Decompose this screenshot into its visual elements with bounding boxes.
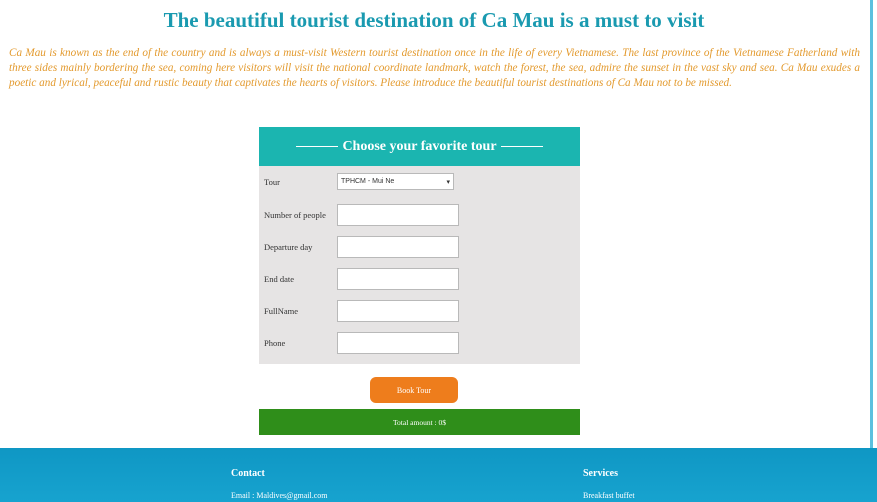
- footer-contact-title: Contact: [231, 468, 265, 479]
- header-rule-left: [296, 146, 339, 147]
- footer-services-title: Services: [583, 468, 618, 479]
- end-date-label: End date: [264, 274, 294, 284]
- total-amount-bar: Total amount : 0$: [259, 409, 580, 435]
- chevron-down-icon: ▾: [446, 178, 450, 186]
- tour-label: Tour: [264, 176, 280, 187]
- page-title: The beautiful tourist destination of Ca …: [163, 8, 705, 32]
- tour-select-value: TPHCM - Mui Ne: [341, 178, 395, 185]
- end-date-row: End date: [264, 268, 459, 290]
- departure-input[interactable]: [337, 236, 459, 258]
- footer-services-item[interactable]: Breakfast buffet: [583, 491, 635, 500]
- tour-select[interactable]: TPHCM - Mui Ne ▾: [337, 173, 454, 190]
- phone-label: Phone: [264, 338, 286, 348]
- header-rule-right: [500, 146, 543, 147]
- people-input[interactable]: [337, 204, 459, 226]
- footer-contact-email[interactable]: Email : Maldives@gmail.com: [231, 491, 327, 500]
- people-row: Number of people: [264, 204, 459, 226]
- fullname-input[interactable]: [337, 300, 459, 322]
- phone-row: Phone: [264, 332, 459, 354]
- fullname-label: FullName: [264, 306, 298, 316]
- departure-row: Departure day: [264, 236, 459, 258]
- page-edge-rule: [870, 0, 873, 448]
- departure-label: Departure day: [264, 242, 313, 252]
- end-date-input[interactable]: [337, 268, 459, 290]
- tour-row: Tour TPHCM - Mui Ne ▾: [264, 173, 454, 190]
- phone-input[interactable]: [337, 332, 459, 354]
- fullname-row: FullName: [264, 300, 459, 322]
- form-header-title: Choose your favorite tour: [342, 138, 497, 154]
- tour-form: Choose your favorite tour Tour TPHCM - M…: [259, 127, 580, 364]
- form-header: Choose your favorite tour: [259, 127, 580, 166]
- intro-paragraph: Ca Mau is known as the end of the countr…: [9, 47, 860, 89]
- footer: Contact Email : Maldives@gmail.com Servi…: [0, 448, 877, 502]
- book-tour-button[interactable]: Book Tour: [370, 377, 458, 403]
- people-label: Number of people: [264, 210, 326, 220]
